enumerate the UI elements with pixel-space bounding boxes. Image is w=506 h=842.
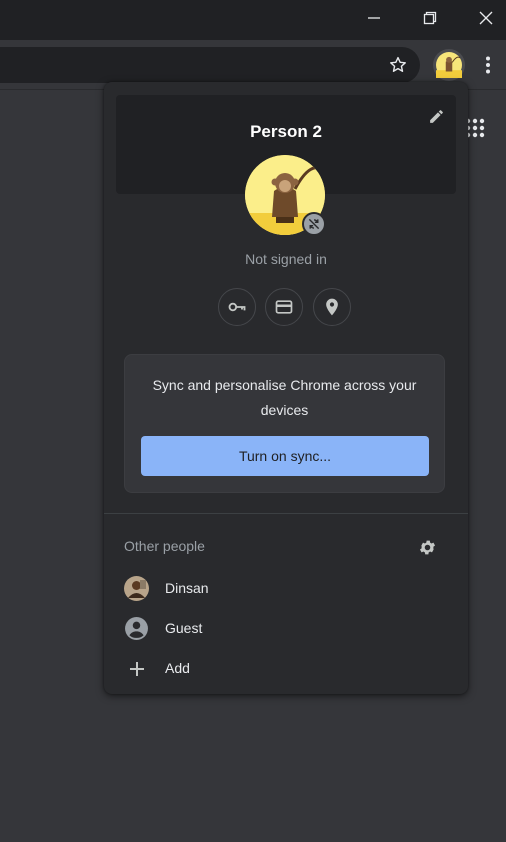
profile-menu: Person 2 Not signed in Sync and personal…	[104, 82, 468, 694]
add-avatar	[124, 656, 149, 681]
addresses-button[interactable]	[313, 288, 351, 326]
person-avatar-photo	[124, 576, 149, 601]
apps-grid-icon[interactable]	[465, 118, 485, 138]
key-icon	[228, 302, 246, 312]
passwords-button[interactable]	[218, 288, 256, 326]
guest-avatar	[124, 616, 149, 641]
payment-methods-button[interactable]	[265, 288, 303, 326]
bookmark-star-button[interactable]	[386, 53, 410, 77]
dinsan-avatar	[124, 576, 149, 601]
restore-button[interactable]	[402, 0, 458, 36]
other-people-heading: Other people	[124, 538, 205, 554]
gear-icon	[419, 540, 435, 554]
section-divider	[104, 513, 468, 514]
sync-paused-badge	[302, 212, 326, 236]
more-vert-icon	[486, 56, 490, 74]
profile-name: Person 2	[250, 122, 322, 141]
plus-icon	[129, 661, 144, 676]
person-label-dinsan: Dinsan	[165, 580, 209, 596]
pencil-icon	[429, 109, 443, 123]
person-row-dinsan[interactable]: Dinsan	[104, 568, 468, 608]
minimize-button[interactable]	[346, 0, 402, 36]
sign-in-status: Not signed in	[245, 251, 327, 267]
account-circle-icon	[125, 617, 148, 640]
more-menu-button[interactable]	[478, 53, 498, 77]
person-row-guest[interactable]: Guest	[104, 608, 468, 648]
sync-promo-card: Sync and personalise Chrome across your …	[124, 354, 445, 493]
close-window-button[interactable]	[458, 0, 506, 36]
person-label-guest: Guest	[165, 620, 203, 636]
person-row-add[interactable]: Add	[104, 648, 468, 688]
profile-button[interactable]	[433, 49, 465, 81]
turn-on-sync-button[interactable]: Turn on sync...	[141, 436, 429, 476]
star-icon	[390, 56, 406, 72]
sync-disabled-icon	[308, 218, 320, 230]
person-label-add: Add	[165, 660, 190, 676]
credit-card-icon	[275, 300, 293, 314]
minimize-icon	[368, 17, 380, 19]
address-bar[interactable]	[0, 47, 420, 83]
profile-avatar	[436, 52, 462, 78]
close-icon	[479, 11, 493, 25]
manage-people-button[interactable]	[416, 536, 438, 558]
title-bar	[0, 0, 506, 40]
edit-profile-button[interactable]	[425, 105, 447, 127]
sync-promo-text: Sync and personalise Chrome across your …	[152, 377, 417, 418]
location-pin-icon	[326, 298, 338, 316]
restore-icon	[423, 11, 437, 25]
